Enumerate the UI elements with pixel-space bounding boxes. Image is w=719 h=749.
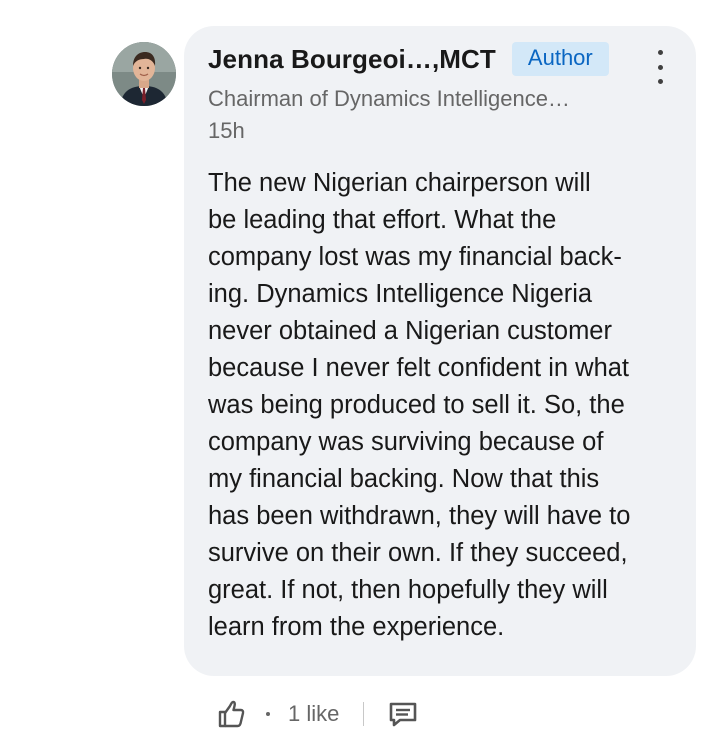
thumbs-up-icon[interactable] <box>216 699 246 729</box>
comment-line: was being produced to sell it. So, the <box>208 391 625 419</box>
comment-icon[interactable] <box>388 699 418 729</box>
comment-line: be leading that effort. What the <box>208 206 557 234</box>
comment-timestamp: 15h <box>208 118 245 143</box>
author-headline: Chairman of Dynamics Intelligence… <box>208 86 570 111</box>
comment-line: has been withdrawn, they will have to <box>208 502 631 530</box>
avatar[interactable] <box>112 42 176 106</box>
author-row: Jenna Bourgeoi…,MCT Author <box>208 42 609 76</box>
comment-bubble: Jenna Bourgeoi…,MCT Author Chairman of D… <box>184 26 696 676</box>
avatar-photo <box>112 42 176 106</box>
action-divider <box>363 702 365 726</box>
comment-text: The new Nigerian chairperson will be lea… <box>208 165 684 646</box>
comment-line: survive on their own. If they succeed, <box>208 539 628 567</box>
comment-line: company lost was my financial back- <box>208 243 622 271</box>
comment-line: The new Nigerian chairperson will <box>208 169 591 197</box>
author-name[interactable]: Jenna Bourgeoi…,MCT <box>208 44 496 75</box>
comment-line: great. If not, then hopefully they will <box>208 576 608 604</box>
separator-dot <box>266 712 270 716</box>
comment-line: company was surviving because of <box>208 428 604 456</box>
vertical-ellipsis-icon <box>657 50 663 55</box>
comment-line: never obtained a Nigerian customer <box>208 317 612 345</box>
comment-line: learn from the experience. <box>208 613 505 641</box>
comment-line: because I never felt confident in what <box>208 354 630 382</box>
more-options-button[interactable] <box>650 50 670 84</box>
comment-thread: Jenna Bourgeoi…,MCT Author Chairman of D… <box>0 0 719 749</box>
like-count[interactable]: 1 like <box>288 701 339 727</box>
author-badge: Author <box>511 42 609 76</box>
comment-line: my financial backing. Now that this <box>208 465 600 493</box>
comment-line: ing. Dynamics Intelligence Nigeria <box>208 280 593 308</box>
comment-actions: 1 like <box>216 696 418 732</box>
